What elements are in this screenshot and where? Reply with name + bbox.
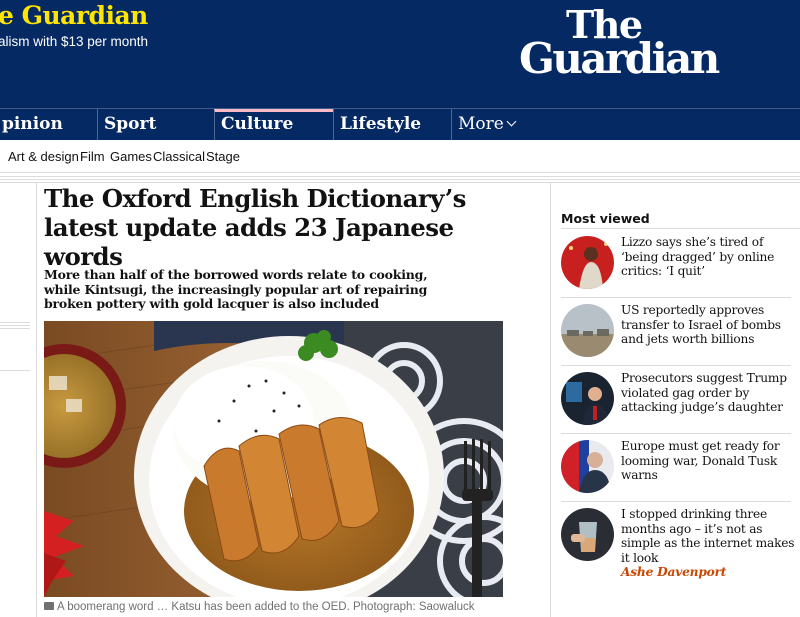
pillar-label: Lifestyle	[340, 114, 422, 134]
subnav-item-games[interactable]: Games	[110, 149, 152, 164]
most-viewed-author[interactable]: Ashe Davenport	[621, 565, 796, 580]
most-viewed-thumbnail	[561, 440, 614, 493]
pillar-nav: pinion Sport Culture Lifestyle More	[0, 108, 800, 140]
subnav: Art & design Film Games Classical Stage	[0, 140, 800, 173]
pillar-label: Culture	[221, 114, 294, 134]
most-viewed-thumbnail	[561, 372, 614, 425]
masthead: e Guardian alism with $13 per month The …	[0, 0, 800, 108]
most-viewed-headline[interactable]: Lizzo says she’s tired of ‘being dragged…	[621, 235, 796, 279]
most-viewed-item[interactable]: Europe must get ready for looming war, D…	[561, 434, 791, 498]
article-standfirst: More than half of the borrowed words rel…	[44, 267, 428, 311]
most-viewed-item[interactable]: US reportedly approves transfer to Israe…	[561, 298, 791, 362]
subnav-item-film[interactable]: Film	[80, 149, 105, 164]
article-main-photo[interactable]	[44, 321, 503, 597]
logo-line-guardian: Guardian	[519, 34, 720, 83]
subnav-item-classical[interactable]: Classical	[153, 149, 205, 164]
pillar-lifestyle[interactable]: Lifestyle	[333, 109, 451, 140]
most-viewed-thumbnail	[561, 236, 614, 289]
chevron-down-icon	[506, 116, 517, 127]
subnav-item-art-design[interactable]: Art & design	[8, 149, 79, 164]
pillar-label: More	[458, 114, 504, 134]
pillar-more[interactable]: More	[451, 109, 551, 140]
pillar-culture[interactable]: Culture	[214, 109, 333, 140]
most-viewed-thumbnail	[561, 304, 614, 357]
support-banner-subtitle[interactable]: alism with $13 per month	[0, 34, 148, 49]
katsu-curry-illustration	[44, 321, 503, 597]
camera-icon	[44, 602, 54, 610]
guardian-logo[interactable]: The Guardian	[519, 6, 751, 83]
article-headline: The Oxford English Dictionary’s latest u…	[44, 184, 466, 271]
most-viewed-headline[interactable]: Prosecutors suggest Trump violated gag o…	[621, 371, 796, 415]
gutter-divider	[36, 183, 37, 617]
most-viewed-headline-with-author[interactable]: I stopped drinking three months ago – it…	[621, 507, 796, 580]
gutter-rule	[0, 370, 30, 371]
pillar-sport[interactable]: Sport	[97, 109, 214, 140]
most-viewed-title: Most viewed	[561, 211, 650, 226]
support-banner-title[interactable]: e Guardian	[0, 1, 148, 30]
pillar-label: Sport	[104, 114, 157, 134]
photo-caption: A boomerang word … Katsu has been added …	[44, 601, 474, 613]
most-viewed-headline[interactable]: US reportedly approves transfer to Israe…	[621, 303, 796, 347]
most-viewed-item[interactable]: I stopped drinking three months ago – it…	[561, 502, 795, 592]
most-viewed-headline[interactable]: Europe must get ready for looming war, D…	[621, 439, 796, 483]
section-divider	[0, 176, 800, 184]
right-column-divider	[550, 183, 551, 617]
most-viewed-thumbnail	[561, 508, 614, 561]
pillar-opinion[interactable]: pinion	[0, 109, 97, 140]
most-viewed-headline: I stopped drinking three months ago – it…	[621, 507, 795, 565]
pillar-label: pinion	[2, 114, 63, 134]
most-viewed-item[interactable]: Lizzo says she’s tired of ‘being dragged…	[561, 230, 791, 294]
most-viewed-top-rule	[561, 228, 800, 229]
caption-text: A boomerang word … Katsu has been added …	[57, 601, 475, 613]
gutter-marks	[0, 322, 30, 330]
most-viewed-item[interactable]: Prosecutors suggest Trump violated gag o…	[561, 366, 791, 430]
subnav-item-stage[interactable]: Stage	[206, 149, 240, 164]
